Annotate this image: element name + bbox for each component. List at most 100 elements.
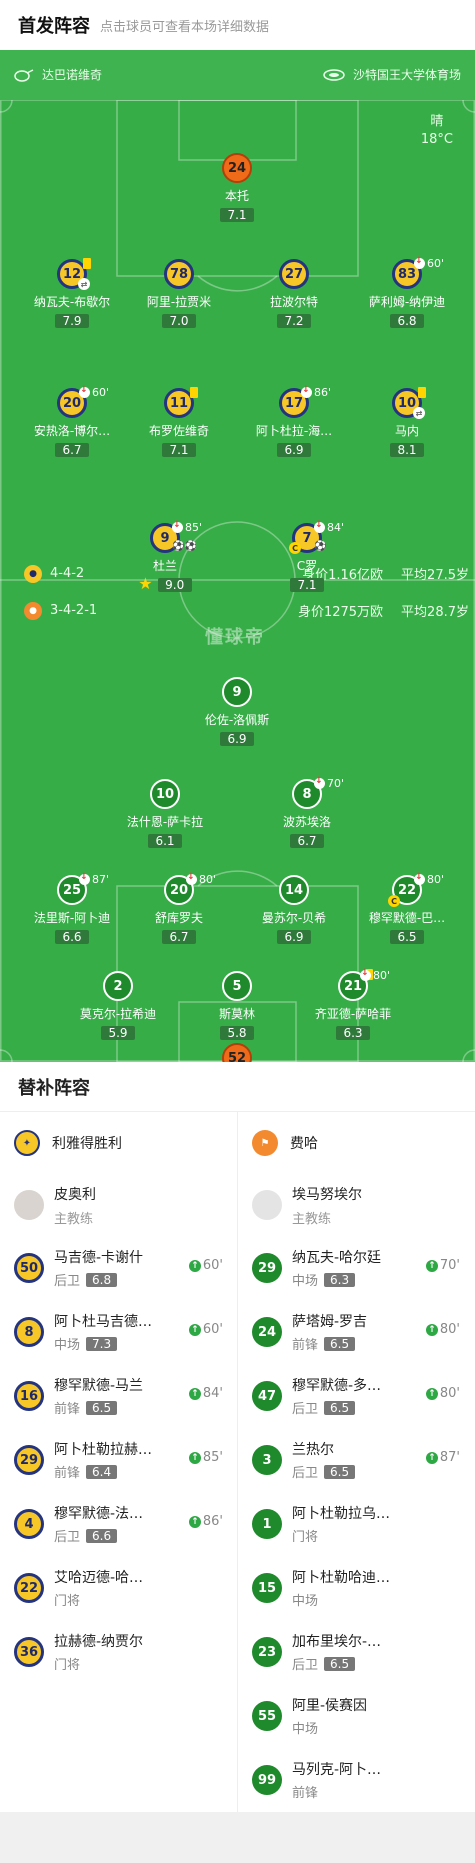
rating-value: 7.0 [169, 314, 189, 328]
away-coach[interactable]: 埃马努埃尔 主教练 [238, 1174, 474, 1236]
player-rating: 6.9 [220, 732, 254, 746]
sub-player-rating: 6.4 [86, 1464, 118, 1479]
sub-player-name: 萨塔姆-罗吉 [292, 1314, 368, 1330]
away-player[interactable]: 14 曼苏尔-贝希 6.9 [239, 875, 349, 945]
sub-off-icon [360, 968, 371, 981]
sub-on-icon: ↑ [425, 1259, 438, 1272]
away-player[interactable]: 9 伦佐-洛佩斯 6.9 [182, 677, 292, 747]
sub-player-rating: 6.5 [324, 1336, 356, 1351]
away-team-info: ● 3-4-2-1 身价1275万欧 平均28.7岁 [24, 601, 469, 620]
sub-player-row[interactable]: 3 兰热尔 后卫 6.5 ↑ 87' [238, 1428, 474, 1492]
sub-on-icon: ↑ [425, 1323, 438, 1336]
away-subs-team-name: 费哈 [290, 1136, 318, 1152]
coach-role: 主教练 [54, 1211, 94, 1227]
sub-player-number: 55 [252, 1701, 282, 1731]
sub-on-minute: 80' [439, 1322, 460, 1337]
sub-player-position: 后卫 [54, 1530, 81, 1545]
sub-off: 86' [301, 385, 331, 399]
away-player[interactable]: 2180'齐亚德-萨哈菲6.3 [298, 968, 408, 1041]
away-player[interactable]: 5 斯莫林 5.8 [182, 971, 292, 1041]
home-player[interactable]: 2060'安热洛-博尔…6.7 [17, 385, 127, 458]
sub-off-icon [172, 520, 183, 533]
player-number: 52 [222, 1043, 252, 1062]
home-player[interactable]: 985'⚽⚽杜兰★ 9.0 [110, 520, 220, 593]
sub-player-row[interactable]: 50 马吉德-卡谢什 后卫 6.8 ↑ 60' [0, 1236, 237, 1300]
sub-player-row[interactable]: 23 加布里埃尔-… 后卫 6.5 [238, 1620, 474, 1684]
sub-player-row[interactable]: 55 阿里-侯赛因 中场 [238, 1684, 474, 1748]
sub-player-position: 中场 [292, 1594, 319, 1609]
player-rating: 7.0 [162, 314, 196, 328]
home-player[interactable]: 10 ⇄ 马内 8.1 [352, 387, 462, 458]
sub-player-number: 36 [14, 1637, 44, 1667]
rating-value: 6.1 [155, 834, 175, 848]
sub-player-row[interactable]: 29 阿卜杜勒拉赫… 前锋 6.4 ↑ 85' [0, 1428, 237, 1492]
player-rating: 7.1 [220, 208, 254, 222]
sub-player-name: 阿里-侯赛因 [292, 1698, 368, 1714]
sub-player-row[interactable]: 15 阿卜杜勒哈迪… 中场 [238, 1556, 474, 1620]
sub-player-position: 前锋 [54, 1402, 81, 1417]
away-subs-team[interactable]: ⚑ 费哈 [238, 1112, 474, 1174]
home-player[interactable]: 8360'萨利姆-纳伊迪6.8 [352, 256, 462, 329]
player-rating: 7.9 [55, 314, 89, 328]
away-player[interactable]: 2080'舒库罗夫6.7 [124, 872, 234, 945]
player-number: 27 [279, 259, 309, 289]
home-team-info: ● 4-4-2 身价1.16亿欧 平均27.5岁 [24, 564, 469, 583]
sub-player-row[interactable]: 16 穆罕默德-马兰 前锋 6.5 ↑ 84' [0, 1364, 237, 1428]
player-name: 伦佐-洛佩斯 [204, 713, 270, 727]
sub-player-row[interactable]: 8 阿卜杜马吉德… 中场 7.3 ↑ 60' [0, 1300, 237, 1364]
sub-player-rating: 6.5 [86, 1400, 118, 1415]
sub-player-position: 后卫 [54, 1274, 81, 1289]
sub-player-row[interactable]: 29 纳瓦夫-哈尔廷 中场 6.3 ↑ 70' [238, 1236, 474, 1300]
player-number: 10 ⇄ [392, 387, 426, 419]
player-number: 5 [222, 971, 252, 1001]
player-number: 24 [222, 153, 252, 183]
home-player[interactable]: 11 布罗佐维奇 7.1 [124, 387, 234, 458]
home-player[interactable]: 24 本托 7.1 [182, 153, 292, 223]
home-player[interactable]: 78 阿里-拉贾米 7.0 [124, 259, 234, 329]
sub-on: ↑ 60' [188, 1258, 223, 1273]
sub-player-number: 16 [14, 1381, 44, 1411]
player-name: 阿卜杜拉-海… [255, 424, 333, 438]
sub-player-row[interactable]: 36 拉赫德-纳贾尔 门将 [0, 1620, 237, 1684]
sub-player-row[interactable]: 99 马列克-阿卜… 前锋 [238, 1748, 474, 1812]
away-player[interactable]: 2 莫克尔-拉希迪 5.9 [63, 971, 173, 1041]
player-rating: 5.9 [101, 1026, 135, 1040]
away-player[interactable]: 2587'法里斯-阿卜迪6.6 [17, 872, 127, 945]
sub-player-row[interactable]: 24 萨塔姆-罗吉 前锋 6.5 ↑ 80' [238, 1300, 474, 1364]
player-number: 12 ⇄ [57, 258, 91, 290]
player-rating: 8.1 [390, 443, 424, 457]
star-icon: ★ [138, 574, 158, 593]
sub-player-row[interactable]: 1 阿卜杜勒拉乌… 门将 [238, 1492, 474, 1556]
home-coach[interactable]: 皮奥利 主教练 [0, 1174, 237, 1236]
sub-player-row[interactable]: 4 穆罕默德-法… 后卫 6.6 ↑ 86' [0, 1492, 237, 1556]
home-player[interactable]: 27 拉波尔特 7.2 [239, 259, 349, 329]
away-player[interactable]: 22C80'穆罕默德-巴…6.5 [352, 872, 462, 945]
away-player[interactable]: 52莫斯克拉6.5 [182, 1043, 292, 1062]
away-player[interactable]: 10 法什恩-萨卡拉 6.1 [110, 779, 220, 849]
sub-off: 87' [79, 872, 109, 886]
home-player[interactable]: 12 ⇄ 纳瓦夫-布歇尔 7.9 [17, 258, 127, 329]
player-name: C罗 [296, 559, 318, 573]
sub-player-rating: 6.5 [324, 1464, 356, 1479]
sub-on-icon: ↑ [188, 1323, 201, 1336]
sub-on: ↑ 80' [425, 1386, 460, 1401]
away-subs-column: ⚑ 费哈 埃马努埃尔 主教练 29 纳瓦夫-哈尔廷 中场 6.3 ↑ 70' 24 萨塔姆-罗… [237, 1112, 474, 1812]
sub-off: 70' [314, 776, 344, 790]
home-subs-team[interactable]: ✦ 利雅得胜利 [0, 1112, 237, 1174]
away-player[interactable]: 870'波苏埃洛6.7 [252, 776, 362, 849]
player-rating: 7.1 [290, 578, 324, 592]
player-name: 杜兰 [152, 559, 177, 573]
sub-player-position: 门将 [54, 1658, 81, 1673]
sub-player-row[interactable]: 47 穆罕默德-多… 后卫 6.5 ↑ 80' [238, 1364, 474, 1428]
sub-player-name: 马列克-阿卜… [292, 1762, 382, 1778]
sub-player-name: 兰热尔 [292, 1442, 334, 1458]
sub-player-number: 22 [14, 1573, 44, 1603]
home-player[interactable]: 7C84'⚽C罗7.1 [252, 520, 362, 593]
sub-player-rating: 7.3 [86, 1336, 118, 1351]
sub-off-icon [414, 872, 425, 885]
sub-player-name: 穆罕默德-多… [292, 1378, 382, 1394]
home-player[interactable]: 1786'阿卜杜拉-海…6.9 [239, 385, 349, 458]
sub-player-number: 50 [14, 1253, 44, 1283]
sub-player-row[interactable]: 22 艾哈迈德-哈… 门将 [0, 1556, 237, 1620]
sub-on-icon: ↑ [188, 1451, 201, 1464]
